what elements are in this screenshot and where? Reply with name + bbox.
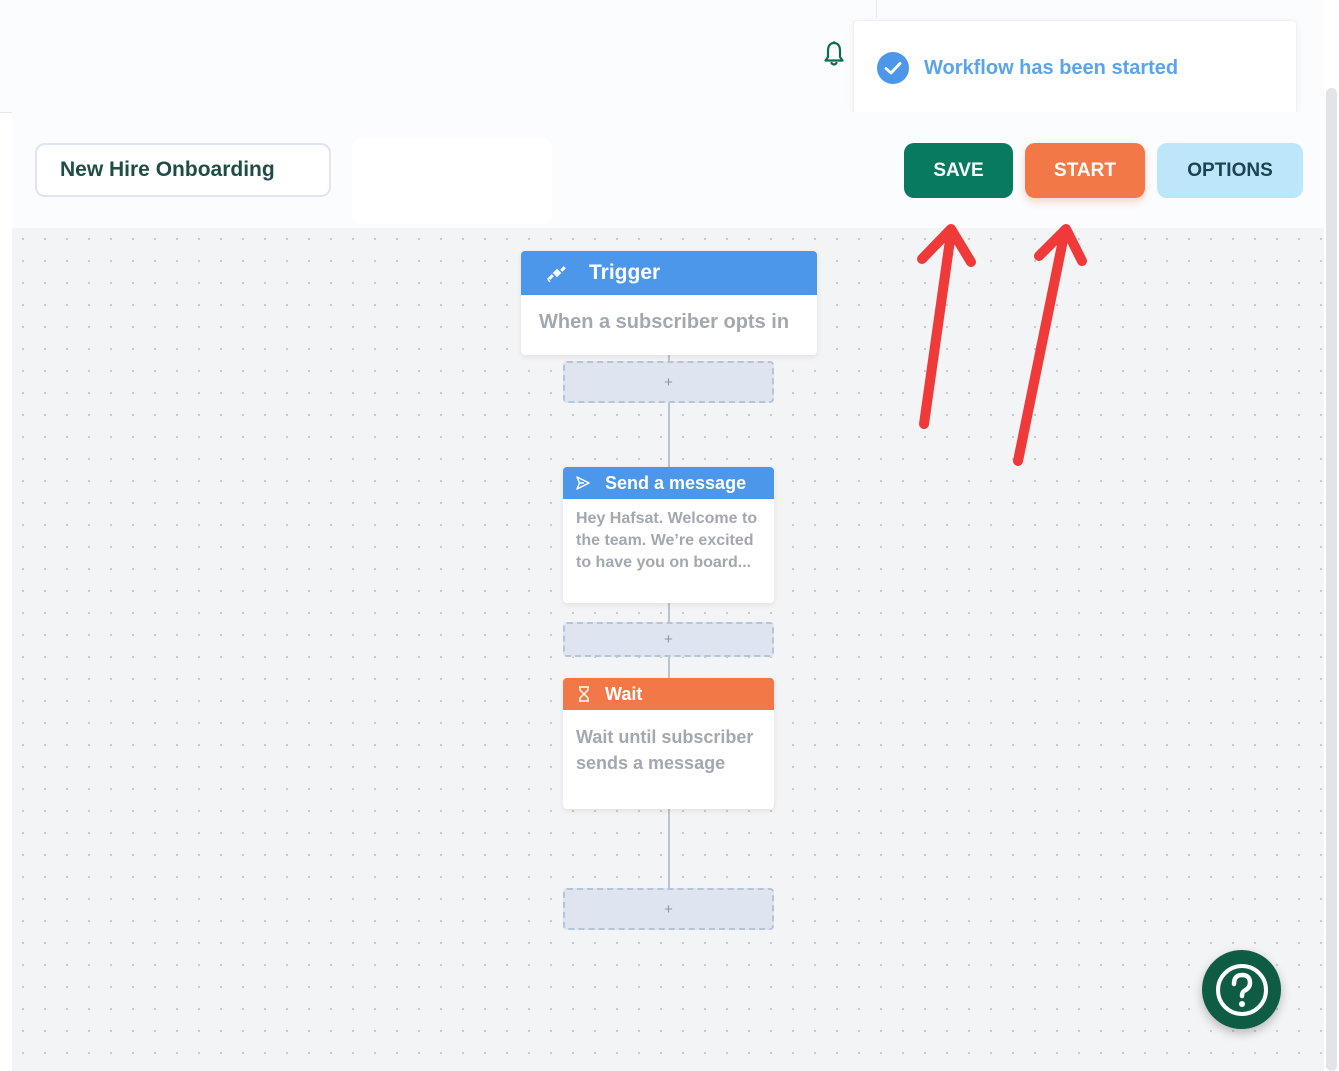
- wait-body: Wait until subscriber sends a message: [576, 727, 754, 773]
- toast-message: Workflow has been started: [924, 57, 1179, 79]
- check-circle-icon: [877, 52, 909, 84]
- toolbar-blank-panel: [352, 138, 552, 224]
- send-message-body: Hey Hafsat. Welcome to the team. We’re e…: [576, 510, 758, 571]
- satellite-icon: [547, 266, 566, 283]
- hourglass-icon: [579, 686, 589, 702]
- wait-node-header: Wait: [563, 678, 774, 710]
- send-message-title: Send a message: [605, 472, 747, 493]
- header-divider: [876, 0, 877, 18]
- trigger-title: Trigger: [589, 261, 661, 284]
- add-step-button[interactable]: +: [563, 361, 774, 403]
- add-step-button[interactable]: +: [563, 888, 774, 930]
- send-icon: [576, 476, 590, 490]
- start-button[interactable]: START: [1025, 143, 1145, 198]
- trigger-description: When a subscriber opts in: [539, 311, 790, 333]
- wait-node[interactable]: Wait Wait until subscriber sends a messa…: [563, 678, 774, 809]
- trigger-node[interactable]: Trigger When a subscriber opts in: [521, 251, 817, 355]
- success-toast: Workflow has been started: [853, 20, 1297, 114]
- options-button[interactable]: OPTIONS: [1157, 143, 1303, 198]
- question-icon: [1215, 963, 1268, 1016]
- bell-icon[interactable]: [822, 40, 846, 68]
- help-button[interactable]: [1202, 950, 1281, 1029]
- save-button[interactable]: SAVE: [904, 143, 1013, 198]
- add-step-button[interactable]: +: [563, 622, 774, 657]
- trigger-node-header: Trigger: [521, 251, 817, 295]
- workflow-name-input[interactable]: [35, 143, 331, 197]
- send-message-node[interactable]: Send a message Hey Hafsat. Welcome to th…: [563, 467, 774, 603]
- send-message-node-header: Send a message: [563, 467, 774, 499]
- connector-line: [668, 809, 670, 889]
- wait-title: Wait: [605, 683, 643, 704]
- scrollbar-thumb[interactable]: [1326, 88, 1337, 1071]
